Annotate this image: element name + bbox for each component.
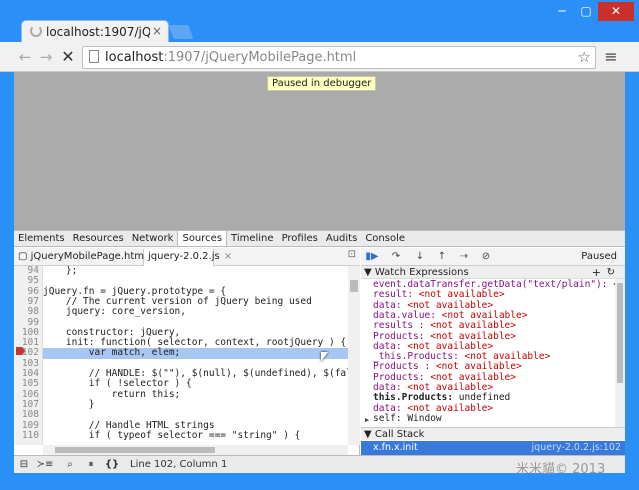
tab-title: localhost:1907/jQueryM (46, 25, 150, 39)
back-button[interactable]: ← (15, 47, 35, 67)
line-number[interactable]: 98 (14, 306, 42, 318)
expand-triangle-icon: ▼ (364, 429, 375, 440)
code-line: } (43, 398, 95, 410)
pretty-print-icon[interactable]: {} (104, 458, 120, 472)
dock-icon[interactable]: ⊟ (16, 458, 32, 472)
minimize-button[interactable]: ─ (550, 2, 574, 21)
code-editor[interactable]: 94 }; 95 96 jQuery.fn = jQuery.prototype = … (14, 266, 348, 445)
file-tab-close-icon[interactable]: × (224, 251, 232, 262)
window-frame-left (0, 72, 14, 490)
code-line: if ( typeof selector === "string" ) { (43, 429, 301, 441)
bookmark-star-icon[interactable]: ☆ (578, 48, 591, 66)
expand-triangle-icon[interactable]: ▶ (365, 415, 369, 425)
devtools-tab-timeline[interactable]: Timeline (227, 231, 278, 246)
watch-list: event.dataTransfer.getData("text/plain")… (361, 279, 615, 427)
step-out-icon[interactable]: ↑ (433, 250, 451, 264)
address-bar[interactable]: localhost:1907/jQueryMobilePage.html ☆ (82, 46, 596, 69)
call-stack-header[interactable]: ▼ Call Stack (361, 427, 625, 440)
step-over-icon[interactable]: ↷ (387, 250, 405, 264)
call-stack-frame[interactable]: x.fn.x.init jquery-2.0.2.js:102 (361, 441, 625, 455)
line-number[interactable]: 108 (14, 409, 42, 421)
file-tab-label: jquery-2.0.2.js (148, 251, 220, 262)
pause-on-exceptions-icon[interactable]: ⊘ (477, 250, 495, 264)
page-viewport: Paused in debugger (0, 72, 639, 230)
tab-close-icon[interactable]: × (152, 24, 162, 38)
watch-value: Window (407, 412, 442, 424)
file-tabs: ▢ jQueryMobilePage.html jquery-2.0.2.js ×… (14, 248, 360, 266)
watch-title: Watch Expressions (374, 267, 469, 278)
url-host: localhost (105, 50, 164, 65)
devtools-tab-sources[interactable]: Sources (177, 231, 228, 246)
watermark: 米米貓© 2013 (516, 462, 606, 477)
watch-expression: self: (373, 412, 408, 424)
deactivate-breakpoints-icon[interactable]: ⇢ (455, 250, 473, 264)
browser-toolbar: ← → ✕ localhost:1907/jQueryMobilePage.ht… (0, 42, 639, 72)
current-execution-line: var match, elem; (43, 348, 348, 359)
debugger-sidebar: ▮▶ ↷ ↓ ↑ ⇢ ⊘ Paused ▼ Watch Expressions … (361, 248, 625, 455)
code-line: jquery: core_version, (43, 306, 186, 318)
sources-editor-pane: ▢ jQueryMobilePage.html jquery-2.0.2.js ×… (14, 248, 360, 455)
search-icon[interactable]: ⌕ (62, 458, 78, 472)
file-tab-html[interactable]: ▢ jQueryMobilePage.html (14, 249, 147, 266)
file-tab-js[interactable]: jquery-2.0.2.js × (144, 249, 232, 266)
toggle-pane-icon[interactable]: ⊡ (348, 249, 356, 260)
devtools-tab-profiles[interactable]: Profiles (278, 231, 322, 246)
refresh-watch-icon[interactable]: ↻ (607, 266, 615, 279)
pause-icon[interactable]: ⏸ (84, 458, 98, 472)
step-into-icon[interactable]: ↓ (411, 250, 429, 264)
paused-in-debugger-overlay: Paused in debugger (267, 76, 377, 91)
loading-spinner-icon (30, 25, 42, 37)
scroll-thumb[interactable] (617, 283, 623, 383)
browser-titlebar: localhost:1907/jQueryM × ─ ▢ ✕ (0, 0, 639, 42)
debugger-status: Paused (581, 251, 617, 262)
devtools-tab-console[interactable]: Console (361, 231, 409, 246)
show-drawer-icon[interactable]: ≻≡ (36, 458, 54, 472)
scroll-thumb[interactable] (55, 447, 215, 453)
watch-expressions-header[interactable]: ▼ Watch Expressions + ↻ (361, 266, 625, 279)
devtools-tab-network[interactable]: Network (128, 231, 178, 246)
debugger-toolbar: ▮▶ ↷ ↓ ↑ ⇢ ⊘ Paused (361, 248, 625, 266)
window-frame-right (625, 72, 639, 490)
maximize-button[interactable]: ▢ (574, 2, 598, 21)
url-path: :1907/jQueryMobilePage.html (163, 50, 357, 65)
watch-item[interactable]: ▶ self: Window (365, 412, 442, 424)
add-watch-icon[interactable]: + (592, 266, 601, 279)
page-icon (89, 50, 99, 63)
code-vertical-scrollbar[interactable] (348, 266, 360, 445)
watch-scrollbar[interactable] (615, 279, 625, 427)
code-horizontal-scrollbar[interactable] (43, 445, 348, 455)
devtools-tabbar: Elements Resources Network Sources Timeline P… (14, 230, 625, 247)
new-tab-button[interactable] (168, 25, 194, 39)
expand-triangle-icon: ▼ (364, 267, 375, 278)
menu-icon[interactable]: ≡ (601, 47, 621, 67)
browser-tab[interactable]: localhost:1907/jQueryM × (21, 20, 169, 42)
call-stack-title: Call Stack (374, 429, 425, 440)
devtools-tab-resources[interactable]: Resources (69, 231, 128, 246)
line-number[interactable]: 110 (14, 430, 42, 442)
devtools-tab-audits[interactable]: Audits (322, 231, 361, 246)
devtools-tab-elements[interactable]: Elements (14, 231, 69, 246)
stop-button[interactable]: ✕ (58, 47, 78, 67)
frame-function: x.fn.x.init (373, 442, 418, 453)
resume-icon[interactable]: ▮▶ (363, 250, 381, 264)
frame-location: jquery-2.0.2.js:102 (531, 442, 621, 453)
cursor-position: Line 102, Column 1 (130, 459, 228, 470)
close-window-button[interactable]: ✕ (598, 2, 634, 21)
mouse-cursor-icon (321, 352, 328, 362)
forward-button[interactable]: → (36, 47, 56, 67)
scroll-thumb[interactable] (350, 280, 358, 292)
file-icon: ▢ (18, 251, 31, 262)
code-line: }; (43, 266, 78, 276)
file-tab-label: jQueryMobilePage.html (30, 251, 147, 262)
